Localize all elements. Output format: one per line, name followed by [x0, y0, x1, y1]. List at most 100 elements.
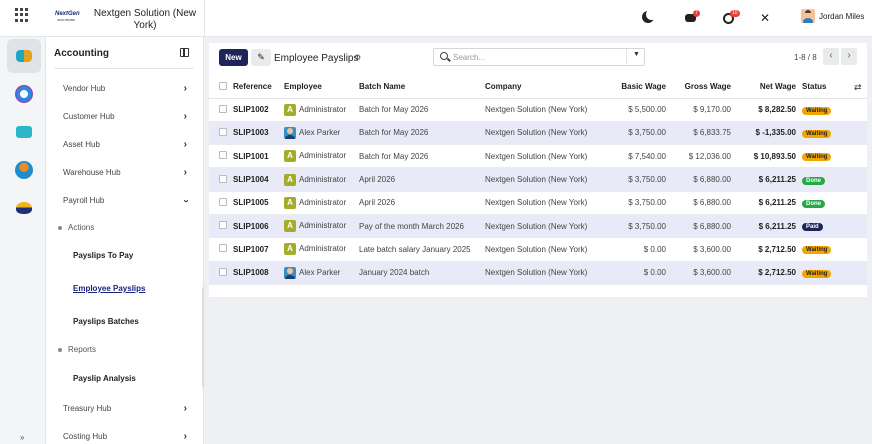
user-name[interactable]: Jordan Miles	[819, 12, 864, 21]
row-checkbox[interactable]	[209, 214, 233, 239]
rail-expand-icon[interactable]: »	[20, 433, 24, 442]
pager-prev-icon[interactable]: ‹	[823, 48, 839, 65]
cell-status: Waiting	[802, 261, 867, 285]
brush-icon[interactable]: ✎	[251, 49, 271, 66]
tools-icon[interactable]: ✕	[760, 10, 776, 26]
employee-avatar	[284, 266, 296, 279]
cell-gross-wage: $ 6,880.00	[672, 191, 737, 215]
pager-next-icon[interactable]: ›	[841, 48, 857, 65]
row-checkbox[interactable]	[209, 144, 233, 169]
table-row[interactable]: SLIP1003 Alex Parker Batch for May 2026 Nex…	[209, 121, 867, 146]
row-checkbox[interactable]	[209, 121, 233, 146]
table-row[interactable]: SLIP1007 A Administrator Late batch salary …	[209, 237, 867, 262]
rail-payroll-icon[interactable]	[7, 191, 41, 225]
chat-badge: 7	[693, 10, 700, 17]
app-menu-grid-icon[interactable]	[15, 8, 29, 22]
chat-icon[interactable]: 7	[684, 10, 700, 26]
sidebar-item-vendor-hub[interactable]: Vendor Hub ›	[63, 83, 187, 95]
cell-net-wage: $ -1,335.00	[737, 121, 802, 146]
table-row[interactable]: SLIP1004 A Administrator April 2026 Nextgen …	[209, 167, 867, 192]
cell-status: Waiting	[802, 121, 867, 146]
rail-accounting-icon[interactable]	[7, 39, 41, 73]
cell-company: Nextgen Solution (New York)	[485, 261, 603, 285]
company-logo: NextGen SOLUTIONS	[55, 11, 80, 27]
rail-contacts-icon[interactable]	[7, 77, 41, 111]
row-checkbox[interactable]	[209, 167, 233, 192]
sidebar-link-payslip-analysis[interactable]: Payslip Analysis	[73, 374, 136, 383]
header-company[interactable]: Company	[485, 76, 603, 99]
cell-reference: SLIP1003	[233, 121, 284, 146]
cell-employee: A Administrator	[284, 214, 359, 239]
cell-net-wage: $ 2,712.50	[737, 237, 802, 262]
employee-avatar: A	[284, 150, 296, 163]
table-row[interactable]: SLIP1005 A Administrator April 2026 Nextgen …	[209, 191, 867, 215]
header-net-wage[interactable]: Net Wage	[737, 76, 802, 99]
sidebar-item-payroll-hub[interactable]: Payroll Hub ›	[63, 195, 191, 207]
sidebar-item-label: Asset Hub	[63, 140, 100, 149]
cell-batch-name: Batch for May 2026	[359, 98, 485, 122]
caret-down-icon[interactable]: ▼	[633, 51, 640, 58]
select-all-checkbox[interactable]	[209, 76, 233, 99]
dark-mode-moon-icon[interactable]	[640, 9, 657, 26]
sidebar-item-customer-hub[interactable]: Customer Hub ›	[63, 111, 187, 123]
row-checkbox[interactable]	[209, 191, 233, 215]
company-logo-subtext: SOLUTIONS	[57, 18, 75, 22]
cell-employee: Alex Parker	[284, 121, 359, 146]
app-rail: »	[0, 37, 46, 444]
cell-status: Waiting	[802, 144, 867, 169]
table-row[interactable]: SLIP1001 A Administrator Batch for May 2026…	[209, 144, 867, 169]
user-avatar[interactable]	[801, 9, 815, 23]
employee-avatar: A	[284, 103, 296, 116]
cell-net-wage: $ 6,211.25	[737, 214, 802, 239]
cell-reference: SLIP1007	[233, 237, 284, 262]
sidebar-scrollbar[interactable]	[202, 287, 204, 387]
row-checkbox[interactable]	[209, 237, 233, 262]
cell-batch-name: January 2024 batch	[359, 261, 485, 285]
cell-net-wage: $ 2,712.50	[737, 261, 802, 285]
header-batch-name[interactable]: Batch Name	[359, 76, 485, 99]
rail-cart-icon[interactable]	[7, 115, 41, 149]
header-employee[interactable]: Employee	[284, 76, 359, 99]
activity-clock-icon[interactable]: 10	[722, 10, 740, 26]
rail-employee-icon[interactable]	[7, 153, 41, 187]
page-title: Employee Payslips	[274, 53, 359, 64]
cell-company: Nextgen Solution (New York)	[485, 237, 603, 262]
cell-employee: A Administrator	[284, 98, 359, 122]
status-badge: Waiting	[802, 129, 832, 138]
header-reference[interactable]: Reference	[233, 76, 284, 99]
header-basic-wage[interactable]: Basic Wage	[603, 76, 672, 99]
sidebar-item-label: Customer Hub	[63, 112, 115, 121]
sidebar-item-warehouse-hub[interactable]: Warehouse Hub ›	[63, 167, 187, 179]
employee-avatar	[284, 126, 296, 139]
sidebar-link-employee-payslips[interactable]: Employee Payslips	[73, 284, 145, 293]
sidebar-item-asset-hub[interactable]: Asset Hub ›	[63, 139, 187, 151]
sidebar-item-costing-hub[interactable]: Costing Hub ›	[63, 431, 187, 443]
sidebar-link-payslips-batches[interactable]: Payslips Batches	[73, 317, 139, 326]
cell-basic-wage: $ 5,500.00	[603, 98, 672, 122]
sidebar-toggle-icon[interactable]	[180, 48, 189, 57]
sidebar-item-treasury-hub[interactable]: Treasury Hub ›	[63, 403, 187, 415]
pager-value[interactable]: 1-8 / 8	[794, 53, 817, 62]
chevron-right-icon: ›	[183, 431, 187, 442]
row-checkbox[interactable]	[209, 98, 233, 122]
table-row[interactable]: SLIP1006 A Administrator Pay of the month M…	[209, 214, 867, 239]
cell-company: Nextgen Solution (New York)	[485, 191, 603, 215]
header-gross-wage[interactable]: Gross Wage	[672, 76, 737, 99]
employee-name: Administrator	[299, 104, 347, 114]
search-bar[interactable]: ▼	[433, 48, 645, 66]
cell-net-wage: $ 6,211.25	[737, 167, 802, 192]
sidebar-title: Accounting	[54, 48, 109, 59]
table-row[interactable]: SLIP1002 A Administrator Batch for May 2026…	[209, 98, 867, 122]
search-input[interactable]	[453, 51, 623, 63]
employee-name: Administrator	[299, 197, 347, 207]
cell-status: Done	[802, 167, 867, 192]
sidebar-link-payslips-to-pay[interactable]: Payslips To Pay	[73, 251, 133, 260]
new-button[interactable]: New	[219, 49, 248, 66]
row-checkbox[interactable]	[209, 261, 233, 285]
status-badge: Paid	[802, 223, 823, 232]
company-name[interactable]: Nextgen Solution (New York)	[86, 8, 204, 32]
header-status[interactable]: Status	[802, 76, 867, 99]
cell-company: Nextgen Solution (New York)	[485, 121, 603, 146]
table-row[interactable]: SLIP1008 Alex Parker January 2024 batch Nex…	[209, 261, 867, 285]
gear-icon[interactable]: ⚙	[354, 53, 361, 62]
